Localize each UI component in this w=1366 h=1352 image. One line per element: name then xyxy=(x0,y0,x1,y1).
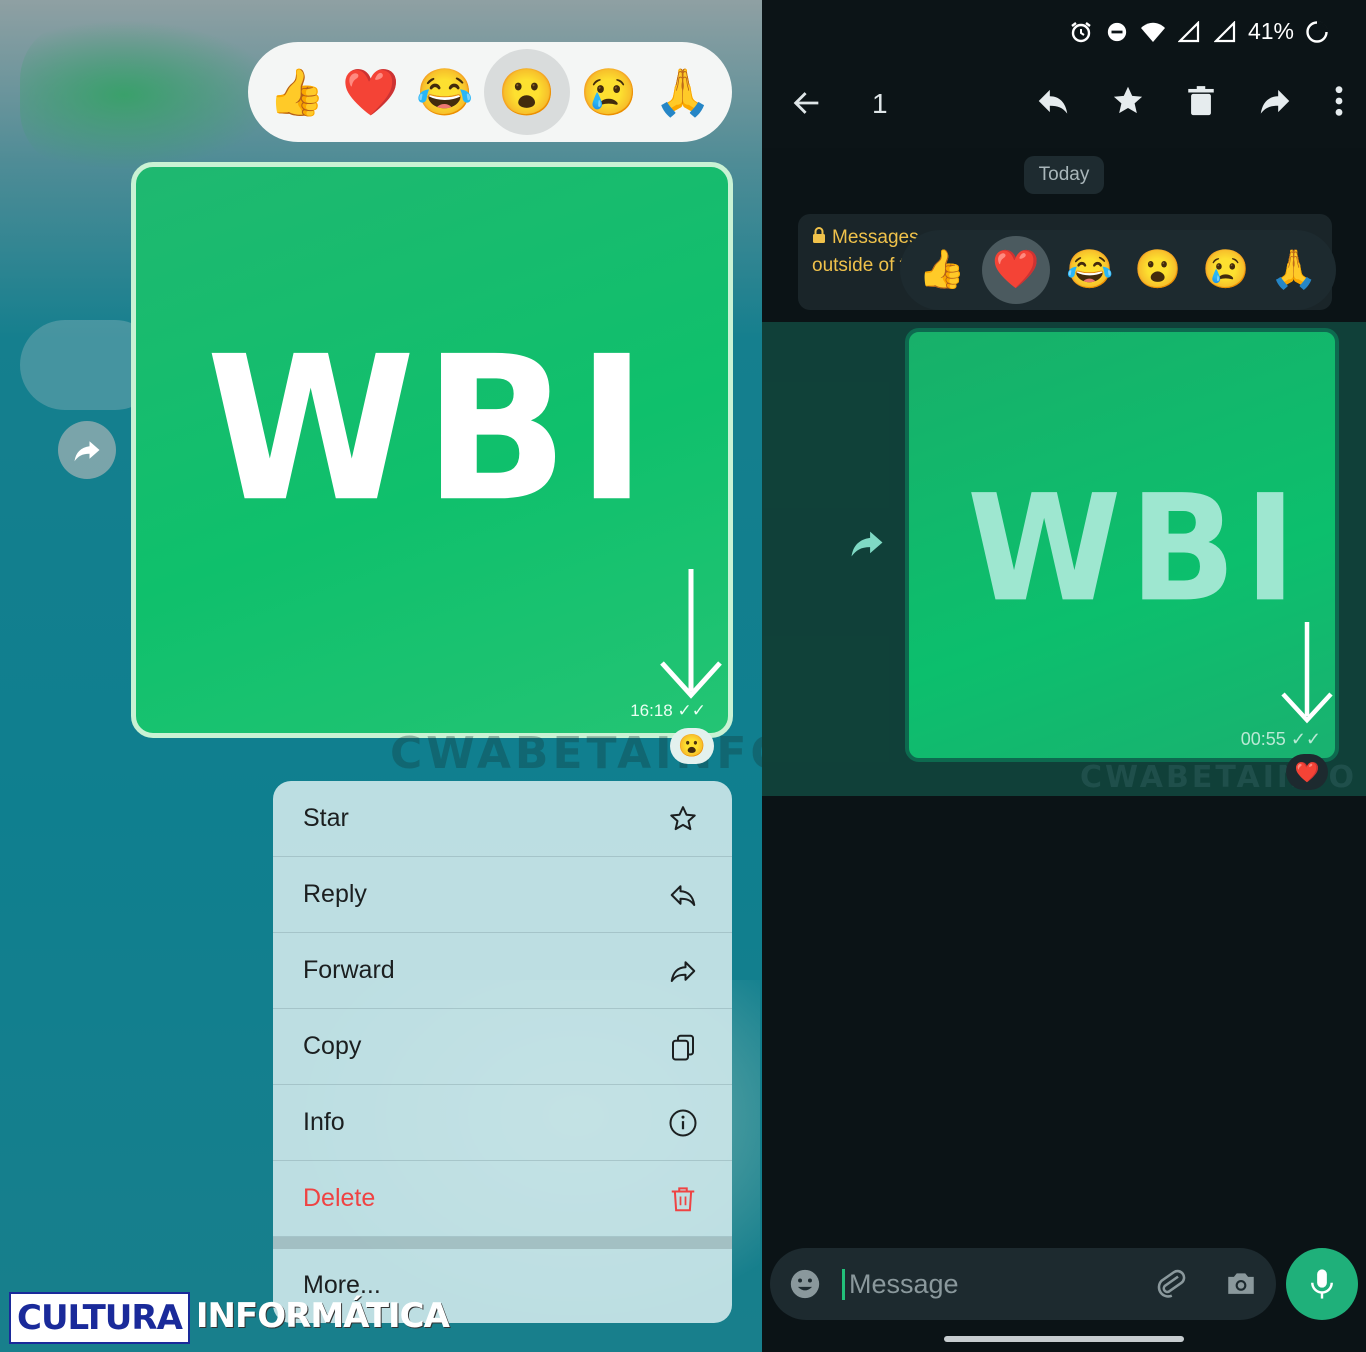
menu-item-label: Copy xyxy=(303,1032,362,1060)
reply-icon xyxy=(670,884,696,906)
wbi-logo: WBI xyxy=(967,463,1305,636)
trash-icon[interactable] xyxy=(1184,84,1218,118)
menu-item-forward[interactable]: Forward xyxy=(273,933,732,1009)
composer-tools xyxy=(1154,1267,1258,1301)
reaction-red-heart[interactable]: ❤️ xyxy=(336,57,406,127)
background-blur xyxy=(20,20,280,170)
forward-shortcut-button[interactable] xyxy=(58,421,116,479)
reaction-thumbs-up[interactable]: 👍 xyxy=(262,57,332,127)
gesture-home-bar[interactable] xyxy=(944,1336,1184,1342)
date-chip: Today xyxy=(1024,156,1104,194)
menu-item-info[interactable]: Info xyxy=(273,1085,732,1161)
info-icon xyxy=(669,1109,697,1136)
double-check-icon: ✓✓ xyxy=(677,701,707,720)
battery-percent: 41% xyxy=(1247,18,1294,44)
microphone-icon xyxy=(1311,1269,1333,1299)
android-chat-panel: 41% 1 Today Messages ar outside of this … xyxy=(762,0,1366,1352)
site-logo-part2: INFORMÁTICA xyxy=(195,1296,450,1336)
lock-icon xyxy=(812,224,826,252)
reaction-thumbs-up[interactable]: 👍 xyxy=(914,242,970,298)
message-context-menu: Star Reply Forward Copy Info Delete More… xyxy=(273,781,732,1323)
reaction-picker: 👍 ❤️ 😂 😮 😢 🙏 xyxy=(248,42,732,142)
image-message[interactable]: WBI 00:55 ✓✓ xyxy=(905,328,1339,762)
menu-item-copy[interactable]: Copy xyxy=(273,1009,732,1085)
wbi-logo: WBI xyxy=(206,313,656,546)
reaction-picker: 👍 ❤️ 😂 😮 😢 🙏 xyxy=(900,230,1336,310)
reaction-folded-hands[interactable]: 🙏 xyxy=(1266,242,1322,298)
reaction-surprised[interactable]: 😮 xyxy=(1130,242,1186,298)
message-composer: Message xyxy=(770,1248,1276,1320)
forward-icon xyxy=(670,960,696,982)
battery-icon xyxy=(1304,19,1330,45)
ios-chat-panel: 👍 ❤️ 😂 😮 😢 🙏 WBI 16:18 ✓✓ CWABETAINFO 😮 … xyxy=(0,0,762,1352)
more-vert-icon[interactable] xyxy=(1332,84,1346,118)
arrow-down-icon xyxy=(1281,622,1333,724)
menu-item-label: Forward xyxy=(303,956,395,984)
site-logo: CULTURA INFORMÁTICA xyxy=(9,1292,455,1344)
do-not-disturb-icon xyxy=(1104,19,1130,45)
selection-app-bar: 1 xyxy=(762,68,1366,148)
message-reaction-badge[interactable]: 😮 xyxy=(670,728,714,764)
menu-item-reply[interactable]: Reply xyxy=(273,857,732,933)
message-reaction-badge[interactable]: ❤️ xyxy=(1286,754,1328,790)
voice-record-button[interactable] xyxy=(1286,1248,1358,1320)
selection-actions xyxy=(1034,82,1346,120)
reaction-crying[interactable]: 😢 xyxy=(1198,242,1254,298)
reply-icon[interactable] xyxy=(1034,82,1072,120)
reaction-surprised[interactable]: 😮 xyxy=(484,49,570,135)
signal-icon xyxy=(1212,19,1238,45)
reaction-crying[interactable]: 😢 xyxy=(574,57,644,127)
trash-icon xyxy=(671,1186,695,1211)
menu-separator xyxy=(273,1237,732,1249)
image-message[interactable]: WBI 16:18 ✓✓ xyxy=(131,162,733,738)
forward-icon[interactable] xyxy=(1256,82,1294,120)
menu-item-label: Info xyxy=(303,1108,345,1136)
menu-item-star[interactable]: Star xyxy=(273,781,732,857)
star-icon xyxy=(670,805,696,830)
arrow-down-icon xyxy=(660,569,722,699)
double-check-icon: ✓✓ xyxy=(1290,729,1321,749)
wifi-icon xyxy=(1140,19,1166,45)
status-bar: 41% xyxy=(1068,18,1330,45)
back-arrow-icon[interactable] xyxy=(790,86,824,120)
reaction-tears-of-joy[interactable]: 😂 xyxy=(1062,242,1118,298)
menu-item-delete[interactable]: Delete xyxy=(273,1161,732,1237)
reaction-folded-hands[interactable]: 🙏 xyxy=(648,57,718,127)
signal-icon xyxy=(1176,19,1202,45)
reaction-red-heart[interactable]: ❤️ xyxy=(982,236,1050,304)
selected-count: 1 xyxy=(872,88,888,119)
forward-icon xyxy=(74,441,100,462)
message-timestamp: 16:18 ✓✓ xyxy=(630,701,707,720)
message-input[interactable]: Message xyxy=(842,1268,1154,1300)
alarm-icon xyxy=(1068,19,1094,45)
message-timestamp: 00:55 ✓✓ xyxy=(1240,729,1321,749)
menu-item-label: Delete xyxy=(303,1184,376,1212)
reaction-tears-of-joy[interactable]: 😂 xyxy=(410,57,480,127)
attach-icon[interactable] xyxy=(1154,1267,1188,1301)
star-icon[interactable] xyxy=(1110,83,1146,119)
copy-icon xyxy=(672,1034,694,1060)
camera-icon[interactable] xyxy=(1224,1267,1258,1301)
menu-item-label: Reply xyxy=(303,880,367,908)
forward-icon[interactable] xyxy=(848,527,886,561)
menu-item-label: Star xyxy=(303,804,349,832)
emoji-icon[interactable] xyxy=(788,1267,822,1301)
site-logo-part1: CULTURA xyxy=(9,1292,190,1344)
